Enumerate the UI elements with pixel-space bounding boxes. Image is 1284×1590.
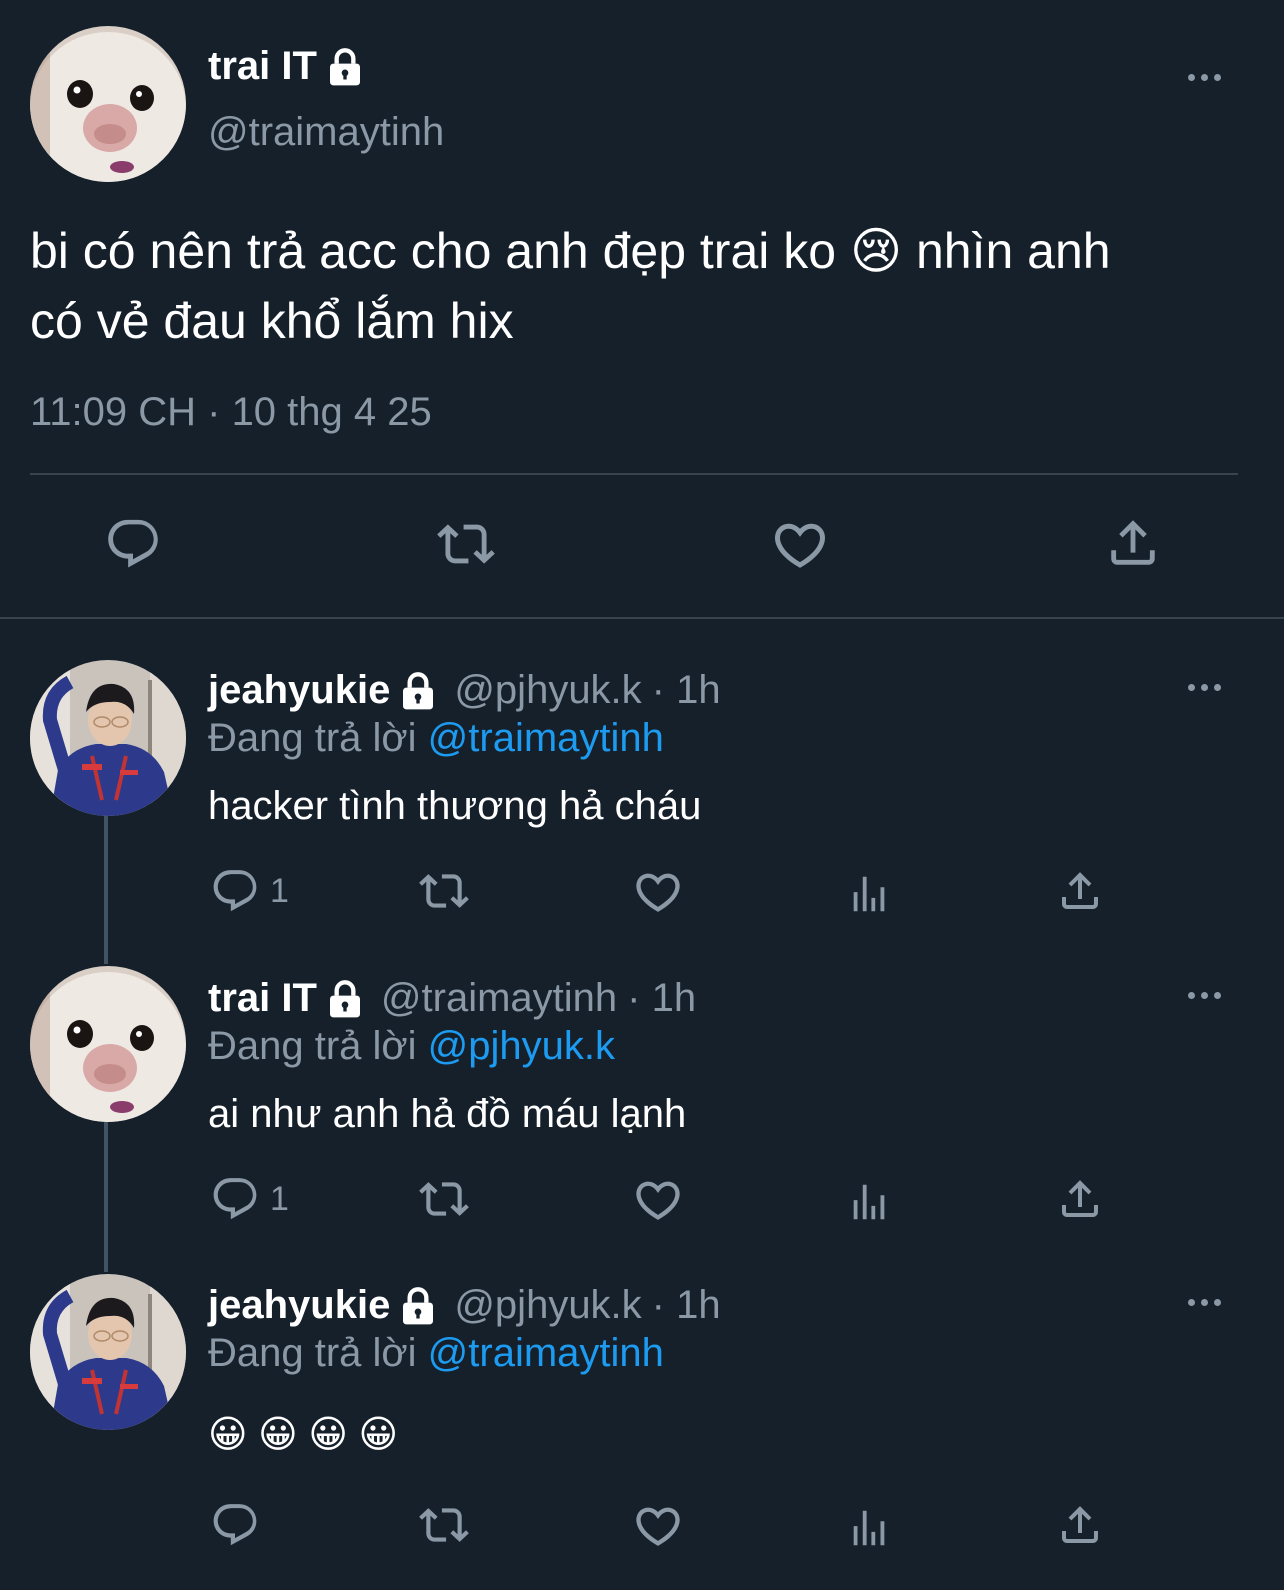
reply-author-row: jeahyukie @pjhyuk.k · 1h — [208, 1283, 721, 1328]
tweet-text-line: bi có nên trả acc cho anh đẹp trai ko 😢 … — [30, 223, 1111, 279]
reply-author-row: jeahyukie @pjhyuk.k · 1h — [208, 668, 721, 713]
reply-text: hacker tình thương hả cháu — [208, 784, 702, 828]
reply-icon — [210, 1500, 260, 1550]
display-name[interactable]: jeahyukie — [208, 1283, 390, 1328]
like-button[interactable] — [632, 1174, 684, 1226]
like-button[interactable] — [770, 515, 830, 575]
retweet-button[interactable] — [418, 1500, 470, 1550]
like-button[interactable] — [632, 866, 684, 918]
views-icon — [846, 1504, 892, 1552]
replying-to: Đang trả lời @traimaytinh — [208, 716, 664, 761]
reply-button[interactable] — [104, 515, 162, 573]
retweet-button[interactable] — [436, 515, 496, 573]
replying-to-label: Đang trả lời — [208, 1024, 417, 1068]
user-handle[interactable]: @pjhyuk.k — [454, 1283, 641, 1328]
like-button[interactable] — [632, 1500, 684, 1552]
share-icon — [1104, 513, 1162, 573]
retweet-icon — [436, 515, 496, 573]
avatar[interactable] — [30, 966, 186, 1122]
divider — [30, 473, 1238, 475]
lock-icon — [325, 979, 365, 1019]
reply-button[interactable]: 1 — [210, 1174, 289, 1224]
more-horizontal-icon[interactable] — [1179, 677, 1229, 697]
retweet-icon — [418, 1174, 470, 1224]
like-icon — [632, 1174, 684, 1226]
share-button[interactable] — [1056, 1174, 1104, 1224]
avatar-image — [30, 1274, 186, 1430]
user-handle[interactable]: @pjhyuk.k — [454, 668, 641, 713]
tweet-timestamp[interactable]: 11:09 CH · 10 thg 4 25 — [30, 390, 432, 435]
more-horizontal-icon[interactable] — [1179, 985, 1229, 1005]
reply-author-row: trai IT @traimaytinh · 1h — [208, 976, 696, 1021]
views-icon — [846, 1178, 892, 1226]
reply-icon — [210, 866, 260, 916]
views-button[interactable] — [846, 870, 892, 918]
reply-text: ai như anh hả đồ máu lạnh — [208, 1092, 687, 1136]
avatar[interactable] — [30, 26, 186, 182]
reply-time[interactable]: · 1h — [652, 668, 721, 713]
reply-icon — [210, 1174, 260, 1224]
views-button[interactable] — [846, 1504, 892, 1552]
replying-to: Đang trả lời @pjhyuk.k — [208, 1024, 615, 1069]
lock-icon — [398, 671, 438, 711]
replying-to-link[interactable]: @pjhyuk.k — [428, 1024, 615, 1068]
more-horizontal-icon[interactable] — [1179, 1292, 1229, 1312]
display-name[interactable]: jeahyukie — [208, 668, 390, 713]
reply-count: 1 — [270, 1179, 289, 1218]
share-icon — [1056, 1174, 1104, 1224]
avatar-image — [30, 26, 186, 182]
reply-button[interactable] — [210, 1500, 270, 1550]
reply-button[interactable]: 1 — [210, 866, 289, 916]
avatar-image — [30, 966, 186, 1122]
reply-icon — [104, 515, 162, 573]
replying-to-link[interactable]: @traimaytinh — [428, 1331, 664, 1375]
share-icon — [1056, 1500, 1104, 1550]
views-button[interactable] — [846, 1178, 892, 1226]
thread-line — [104, 1122, 108, 1272]
author-row: trai IT — [208, 44, 365, 89]
reply-time[interactable]: · 1h — [627, 976, 696, 1021]
retweet-button[interactable] — [418, 1174, 470, 1224]
avatar-image — [30, 660, 186, 816]
section-divider — [0, 617, 1284, 619]
reply-text: 😀 😀 😀 😀 — [208, 1414, 399, 1456]
more-horizontal-icon[interactable] — [1179, 67, 1229, 87]
retweet-button[interactable] — [418, 866, 470, 916]
user-handle[interactable]: @traimaytinh — [381, 976, 617, 1021]
avatar[interactable] — [30, 660, 186, 816]
display-name[interactable]: trai IT — [208, 976, 317, 1021]
views-icon — [846, 870, 892, 918]
like-icon — [770, 515, 830, 575]
tweet-text-line: có vẻ đau khổ lắm hix — [30, 293, 514, 349]
share-button[interactable] — [1056, 866, 1104, 916]
lock-icon — [398, 1286, 438, 1326]
thread-line — [104, 816, 108, 964]
reply-count: 1 — [270, 871, 289, 910]
avatar[interactable] — [30, 1274, 186, 1430]
user-handle[interactable]: @traimaytinh — [208, 110, 444, 155]
display-name[interactable]: trai IT — [208, 44, 317, 89]
share-button[interactable] — [1104, 513, 1162, 573]
lock-icon — [325, 47, 365, 87]
share-icon — [1056, 866, 1104, 916]
replying-to-link[interactable]: @traimaytinh — [428, 716, 664, 760]
like-icon — [632, 866, 684, 918]
tweet-text: bi có nên trả acc cho anh đẹp trai ko 😢 … — [30, 216, 1111, 356]
retweet-icon — [418, 866, 470, 916]
share-button[interactable] — [1056, 1500, 1104, 1550]
like-icon — [632, 1500, 684, 1552]
replying-to-label: Đang trả lời — [208, 1331, 417, 1375]
reply-time[interactable]: · 1h — [652, 1283, 721, 1328]
replying-to-label: Đang trả lời — [208, 716, 417, 760]
retweet-icon — [418, 1500, 470, 1550]
replying-to: Đang trả lời @traimaytinh — [208, 1331, 664, 1376]
